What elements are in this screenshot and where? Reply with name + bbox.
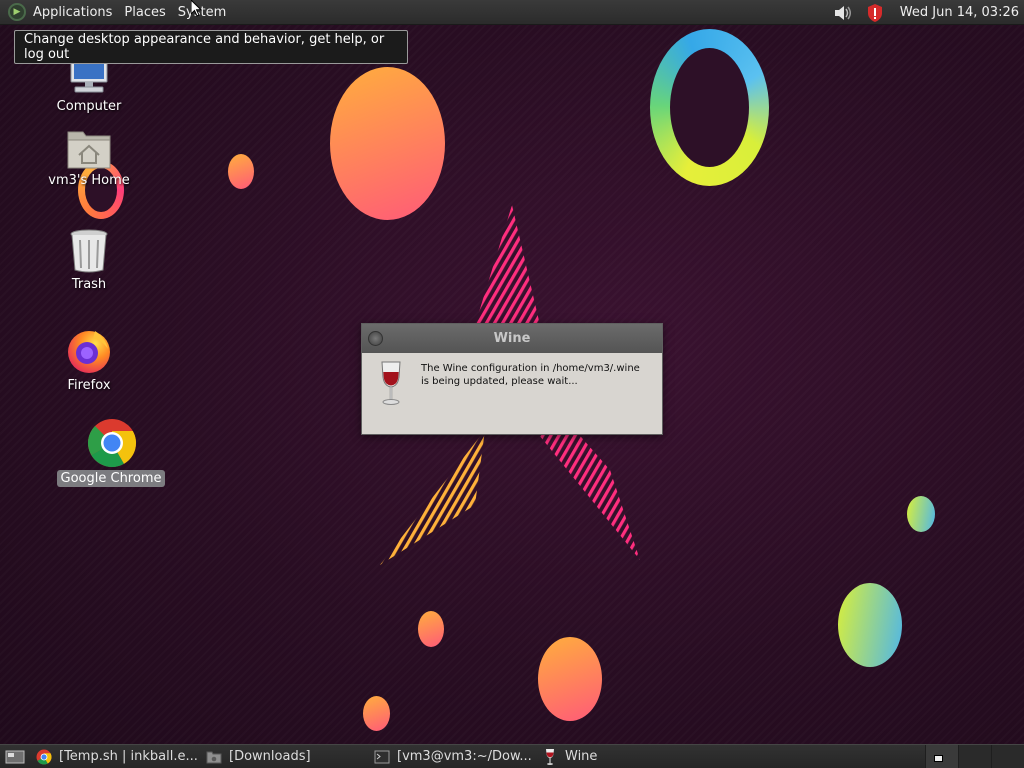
applications-menu-label: Applications [33,4,113,20]
workspace-2[interactable] [958,745,991,768]
close-icon[interactable] [368,331,383,346]
wallpaper-orb [330,67,445,220]
task-label: Wine [565,749,598,764]
trash-icon [65,228,113,274]
dialog-titlebar[interactable]: Wine [362,324,662,353]
chrome-icon [36,749,52,765]
computer-icon [65,60,113,96]
dialog-body: The Wine configuration in /home/vm3/.win… [362,353,662,416]
terminal-icon [374,749,390,765]
bottom-taskbar: [Temp.sh | inkball.e... [Downloads] [vm3… [0,744,1024,768]
distro-logo-icon: ▶ [8,3,26,21]
chrome-icon [87,418,137,468]
wallpaper-orb [228,154,254,189]
taskbar-item-downloads[interactable]: [Downloads] [200,745,368,768]
applications-menu[interactable]: ▶ Applications [0,0,118,25]
workspace-switcher [925,745,1024,768]
desktop-icon-computer[interactable]: Computer [29,60,149,115]
wallpaper-orb [363,696,390,731]
dialog-message: The Wine configuration in /home/vm3/.win… [421,363,640,387]
home-folder-icon [65,128,113,170]
wallpaper-orb [418,611,444,647]
wallpaper-orb [838,583,902,667]
top-panel: ▶ Applications Places System Wed Jun 14,… [0,0,1024,25]
wine-dialog: Wine The Wine configuration in /home/vm3… [361,323,663,435]
tooltip-text: Change desktop appearance and behavior, … [24,32,385,62]
task-label: [Downloads] [229,749,311,764]
taskbar-item-wine[interactable]: Wine [536,745,676,768]
taskbar-item-terminal[interactable]: [vm3@vm3:~/Dow... [368,745,536,768]
mouse-pointer-icon [191,0,203,17]
wine-glass-icon [381,361,401,405]
wallpaper-orb [907,496,935,532]
wallpaper-orb [538,637,602,721]
wine-glass-icon [542,748,558,765]
desktop-icon-home[interactable]: vm3's Home [29,128,149,189]
system-menu-tooltip: Change desktop appearance and behavior, … [14,30,408,64]
wallpaper-ring [650,29,769,186]
desktop-icon-label: Trash [71,277,107,292]
volume-icon[interactable] [832,2,854,24]
firefox-icon [65,325,113,375]
show-desktop-button[interactable] [0,745,30,768]
task-label: [vm3@vm3:~/Dow... [397,749,532,764]
panel-tray: Wed Jun 14, 03:26 [832,0,1024,25]
task-label: [Temp.sh | inkball.e... [59,749,198,764]
dialog-title: Wine [493,331,531,346]
taskbar-item-chrome[interactable]: [Temp.sh | inkball.e... [30,745,200,768]
workspace-1[interactable] [925,745,958,768]
folder-icon [206,749,222,765]
security-shield-icon[interactable] [864,2,886,24]
places-menu[interactable]: Places [118,0,171,25]
workspace-3[interactable] [991,745,1024,768]
desktop-icon-google-chrome[interactable]: Google Chrome [51,418,171,487]
desktop-icon-label: Google Chrome [56,470,166,487]
places-menu-label: Places [124,4,166,20]
panel-clock[interactable]: Wed Jun 14, 03:26 [900,5,1024,20]
show-desktop-icon [5,750,25,763]
desktop-icon-label: Firefox [67,378,111,393]
desktop-icon-trash[interactable]: Trash [29,228,149,293]
desktop-icon-firefox[interactable]: Firefox [29,325,149,394]
desktop-icon-label: Computer [56,99,122,114]
desktop-icon-label: vm3's Home [48,173,130,188]
